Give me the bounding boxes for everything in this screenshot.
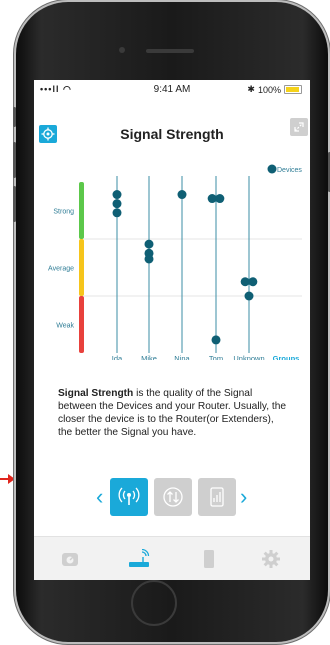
status-right: ✱ 100% [247,84,302,95]
page-title: Signal Strength [120,126,224,142]
gauge-icon [62,553,78,566]
device-point [177,190,187,200]
strength-band-average [79,239,84,296]
header: Signal Strength [34,114,310,154]
tab-devices[interactable] [197,547,221,571]
mode-navigation: ‹ › [34,478,310,522]
device-icon [210,487,224,507]
gear-icon [262,550,280,568]
device-point [211,335,221,345]
device-point [244,291,254,301]
wifi-signal-icon [118,487,140,505]
device-point [207,194,217,204]
previous-arrow-button[interactable]: ‹ [96,486,103,508]
front-camera [119,47,125,53]
up-down-arrows-icon [163,487,183,507]
mute-switch [13,107,16,127]
earpiece-speaker [146,49,194,53]
description-term: Signal Strength [58,388,134,399]
legend-label: Devices [277,167,302,174]
device-point [240,277,250,287]
device-point [215,194,225,204]
device-icon [204,550,214,568]
strength-band-strong [79,182,84,239]
volume-up-button [13,142,16,178]
volume-down-button [13,186,16,222]
device-point [144,254,154,264]
x-axis-label: Unknown [233,354,264,360]
signal-mode-button[interactable] [110,478,148,516]
signal-strength-chart: Devices Strong Average Weak Ida Mike Nina Tom… [48,164,302,360]
expand-button[interactable] [290,118,308,136]
device-mode-button[interactable] [198,478,236,516]
signal-description: Signal Strength is the quality of the Si… [58,387,290,439]
bluetooth-icon: ✱ [247,84,255,94]
legend-marker [267,164,277,174]
device-point [248,277,258,287]
device-point [112,208,122,218]
device-point [112,190,122,200]
router-icon [129,549,150,567]
next-arrow-button[interactable]: › [240,486,247,508]
app-screen: •••ll ◠ 9:41 AM ✱ 100% Signal Strength D… [34,80,310,580]
x-axis-label: Tom [209,354,223,360]
tab-settings[interactable] [259,547,283,571]
x-axis-label: Mike [141,354,157,360]
device-point [112,199,122,209]
y-axis-label: Strong [53,209,74,216]
status-bar: •••ll ◠ 9:41 AM ✱ 100% [34,80,310,98]
home-button[interactable] [131,580,177,626]
y-axis-label: Average [48,266,74,273]
y-axis-label: Weak [56,323,74,330]
expand-arrows-icon [294,122,304,132]
tab-bar [34,536,310,580]
speed-mode-button[interactable] [154,478,192,516]
tab-dashboard[interactable] [58,547,82,571]
strength-band-weak [79,296,84,353]
battery-icon [284,85,302,94]
tab-network[interactable] [127,547,151,571]
x-axis-label: Ida [112,354,123,360]
groups-label: Groups [273,354,300,360]
x-axis-label: Nina [174,354,190,360]
battery-percent: 100% [257,84,281,95]
device-point [144,239,154,249]
pointer-arrow-head [8,474,15,484]
